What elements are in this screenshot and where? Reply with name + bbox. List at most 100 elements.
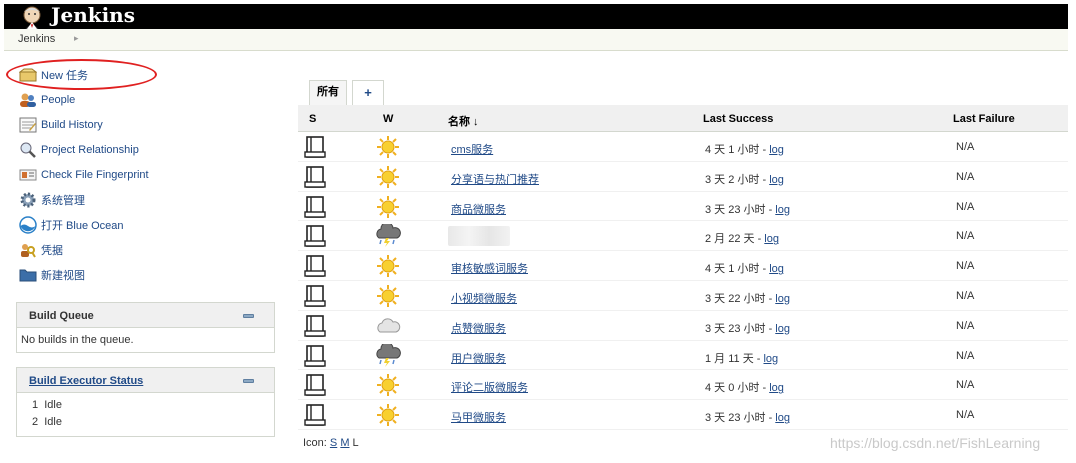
header-last-success[interactable]: Last Success xyxy=(703,113,773,125)
build-queue-header: Build Queue xyxy=(17,303,274,328)
task-label[interactable]: 系统管理 xyxy=(41,192,85,208)
weather-storm-icon xyxy=(375,341,401,368)
task-label[interactable]: Project Relationship xyxy=(41,144,139,156)
build-status-icon[interactable] xyxy=(304,255,326,277)
table-row: 用户微服务 1 月 11 天 - log N/A xyxy=(298,341,1068,371)
task-new-view[interactable]: 新建视图 xyxy=(14,262,274,287)
build-status-icon[interactable] xyxy=(304,404,326,426)
weather-storm-icon xyxy=(375,222,401,248)
last-success-text: 3 天 23 小时 - xyxy=(705,203,776,216)
job-name-link[interactable]: 小视频微服务 xyxy=(451,290,517,306)
executor-number: 2 xyxy=(32,416,39,428)
breadcrumb-chevron-icon[interactable]: ▸ xyxy=(74,33,79,44)
log-link[interactable]: log xyxy=(775,293,790,305)
task-label[interactable]: 新建视图 xyxy=(41,267,85,283)
add-view-tab[interactable]: + xyxy=(352,80,384,105)
job-name-link[interactable]: 商品微服务 xyxy=(451,201,506,217)
build-status-icon[interactable] xyxy=(304,285,326,307)
task-credentials[interactable]: 凭据 xyxy=(14,237,274,262)
task-label[interactable]: Build History xyxy=(41,119,103,131)
last-success-cell: 1 月 11 天 - log xyxy=(705,350,778,366)
executor-row: 1 Idle xyxy=(21,397,270,414)
last-failure-cell: N/A xyxy=(956,260,975,273)
last-success-text: 1 月 11 天 - xyxy=(705,352,764,365)
tab-all[interactable]: 所有 xyxy=(309,80,347,105)
job-name-link[interactable]: 评论二版微服务 xyxy=(451,379,528,395)
job-name-link[interactable]: 马甲微服务 xyxy=(451,409,506,425)
executor-title[interactable]: Build Executor Status xyxy=(29,375,143,387)
task-open-blue-ocean[interactable]: 打开 Blue Ocean xyxy=(14,212,274,237)
job-name-link[interactable]: 点赞微服务 xyxy=(451,320,506,336)
build-status-icon[interactable] xyxy=(304,374,326,397)
task-label[interactable]: People xyxy=(41,94,75,106)
last-success-text: 4 天 1 小时 - xyxy=(705,144,770,156)
executor-number: 1 xyxy=(32,399,39,411)
icon-size-label: Icon: xyxy=(303,437,330,449)
header-status[interactable]: S xyxy=(309,113,316,125)
log-link[interactable]: log xyxy=(763,353,778,365)
executor-state: Idle xyxy=(44,416,62,428)
icon-size-m[interactable]: M xyxy=(340,437,349,449)
table-header: S W 名称 ↓ Last Success Last Failure xyxy=(298,105,1068,132)
header-last-failure[interactable]: Last Failure xyxy=(953,113,1015,125)
weather-cloudy-icon xyxy=(375,314,401,338)
build-queue-empty: No builds in the queue. xyxy=(21,334,134,346)
build-status-icon[interactable] xyxy=(304,195,326,218)
last-success-text: 3 天 2 小时 - xyxy=(705,173,770,186)
task-label[interactable]: 打开 Blue Ocean xyxy=(41,217,124,233)
build-status-icon[interactable] xyxy=(304,165,326,188)
weather-sunny-icon xyxy=(375,254,401,278)
build-status-icon[interactable] xyxy=(304,225,326,248)
brand-title[interactable]: Jenkins xyxy=(51,4,135,27)
collapse-icon[interactable] xyxy=(243,314,254,318)
build-status-icon[interactable] xyxy=(304,344,326,367)
log-link[interactable]: log xyxy=(775,412,790,424)
highlight-circle xyxy=(6,59,157,90)
breadcrumb-item-jenkins[interactable]: Jenkins xyxy=(18,33,55,45)
task-project-relationship[interactable]: Project Relationship xyxy=(14,137,274,162)
header-weather[interactable]: W xyxy=(383,113,393,125)
log-link[interactable]: log xyxy=(764,233,779,245)
last-failure-cell: N/A xyxy=(956,349,975,362)
job-name-link[interactable]: cms服务 xyxy=(451,141,493,157)
task-build-history[interactable]: Build History xyxy=(14,112,274,137)
job-name-link[interactable]: 分享语与热门推荐 xyxy=(451,171,539,187)
last-success-text: 4 天 0 小时 - xyxy=(705,382,770,395)
job-name-link[interactable]: 审核敏感词服务 xyxy=(451,260,528,276)
task-label[interactable]: Check File Fingerprint xyxy=(41,169,149,181)
last-success-cell: 4 天 1 小时 - log xyxy=(705,260,784,276)
log-link[interactable]: log xyxy=(769,144,784,156)
icon-size-s[interactable]: S xyxy=(330,437,337,449)
task-manage-jenkins[interactable]: 系统管理 xyxy=(14,187,274,212)
log-link[interactable]: log xyxy=(769,263,784,275)
table-row: 商品微服务 3 天 23 小时 - log N/A xyxy=(298,191,1068,222)
breadcrumb: Jenkins ▸ xyxy=(4,29,1068,51)
log-link[interactable]: log xyxy=(775,204,790,216)
executor-state: Idle xyxy=(44,399,62,411)
last-success-cell: 3 天 2 小时 - log xyxy=(705,171,784,187)
task-label[interactable]: 凭据 xyxy=(41,242,63,258)
task-people[interactable]: People xyxy=(14,87,274,112)
last-success-cell: 4 天 0 小时 - log xyxy=(705,379,784,395)
task-check-file-fingerprint[interactable]: Check File Fingerprint xyxy=(14,162,274,187)
last-failure-cell: N/A xyxy=(956,379,975,392)
last-success-text: 2 月 22 天 - xyxy=(705,233,765,246)
collapse-icon[interactable] xyxy=(243,379,254,383)
last-failure-cell: N/A xyxy=(956,409,975,422)
build-status-icon[interactable] xyxy=(304,314,326,337)
table-row: 小视频微服务 3 天 22 小时 - log N/A xyxy=(298,281,1068,311)
table-row: 评论二版微服务 4 天 0 小时 - log N/A xyxy=(298,370,1068,401)
last-failure-cell: N/A xyxy=(956,289,975,302)
build-status-icon[interactable] xyxy=(304,136,326,158)
log-link[interactable]: log xyxy=(769,382,784,394)
table-body: cms服务 4 天 1 小时 - log N/A 分享语与热门推荐 3 天 2 小时 -… xyxy=(298,132,1068,430)
log-link[interactable]: log xyxy=(775,323,790,335)
gear-icon xyxy=(18,191,38,209)
header-name[interactable]: 名称 ↓ xyxy=(448,113,479,129)
table-row: 2 月 22 天 - log N/A xyxy=(298,221,1068,252)
log-link[interactable]: log xyxy=(769,174,784,186)
last-failure-cell: N/A xyxy=(956,230,975,243)
jenkins-logo-icon[interactable] xyxy=(18,5,46,31)
executor-row: 2 Idle xyxy=(21,414,270,431)
job-name-link[interactable]: 用户微服务 xyxy=(451,350,506,366)
